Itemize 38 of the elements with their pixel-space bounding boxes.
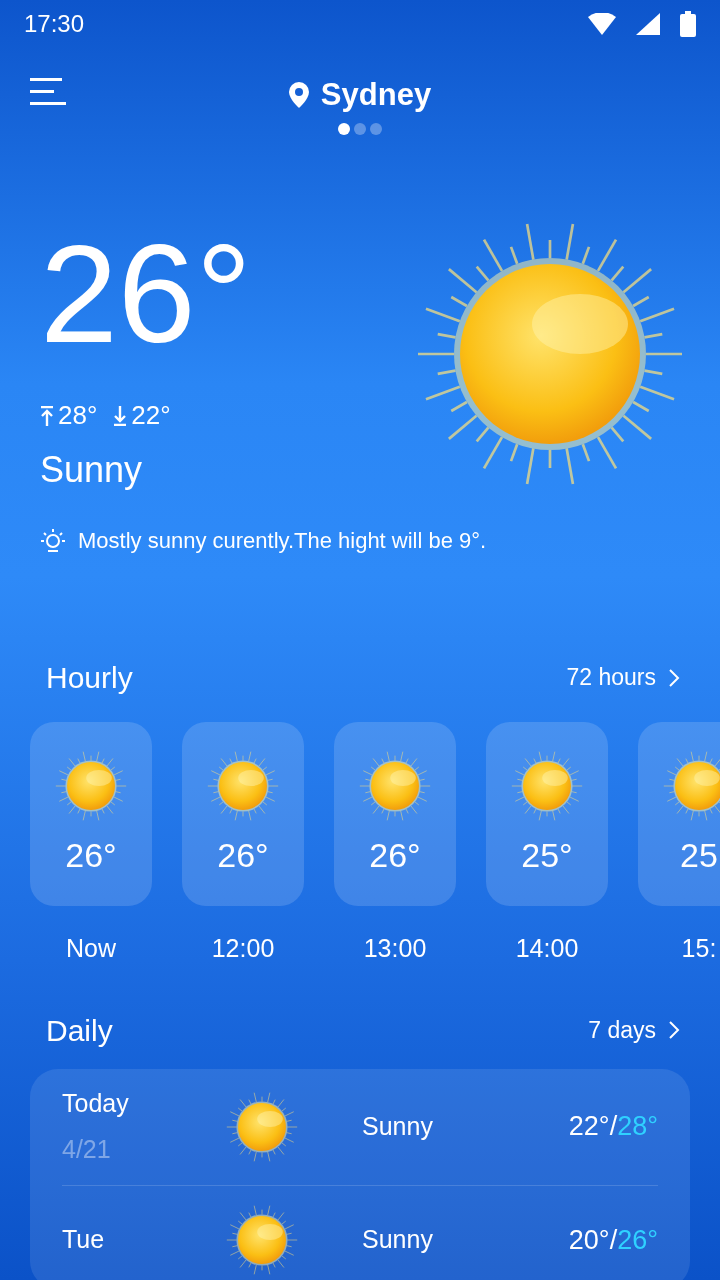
hourly-more-link[interactable]: 72 hours	[566, 660, 680, 695]
day-date: 4/21	[62, 1133, 112, 1165]
low-temperature: 22°	[131, 399, 171, 432]
wifi-icon	[588, 13, 616, 35]
chevron-right-icon	[668, 1020, 680, 1040]
hourly-time: 15:	[681, 933, 717, 964]
daily-condition: Sunny	[362, 1224, 434, 1256]
hourly-title: Hourly	[46, 660, 133, 696]
hourly-time: 14:00	[515, 933, 579, 964]
hourly-time: Now	[66, 933, 116, 964]
hourly-time: 13:00	[363, 933, 427, 964]
hourly-time: 12:00	[211, 933, 275, 964]
high-temperature: 28°	[58, 399, 98, 432]
hourly-temperature: 26°	[369, 835, 421, 876]
battery-icon	[680, 11, 696, 37]
daily-title: Daily	[46, 1012, 113, 1049]
chevron-right-icon	[668, 667, 680, 688]
daily-temperature-range: 20°/26°	[568, 1223, 658, 1257]
hourly-temperature: 25°	[521, 835, 573, 876]
current-temperature: 26°	[40, 224, 252, 364]
menu-button[interactable]	[30, 78, 66, 105]
day-name: Today	[62, 1088, 130, 1119]
day-name: Tue	[62, 1224, 106, 1256]
hourly-temperature: 26°	[65, 835, 117, 876]
hourly-temperature: 25	[680, 835, 718, 876]
condition-text: Sunny	[40, 448, 144, 492]
location-pin-icon	[288, 82, 309, 109]
signal-icon	[636, 13, 660, 35]
status-time: 17:30	[24, 9, 85, 39]
weather-summary: Mostly sunny curently.The hight will be 9°.	[78, 527, 487, 555]
daily-temperature-range: 22°/28°	[568, 1110, 658, 1144]
daily-condition: Sunny	[362, 1110, 434, 1142]
sunrise-icon	[40, 528, 66, 553]
location-name: Sydney	[320, 76, 432, 114]
daily-more-link[interactable]: 7 days	[588, 1012, 680, 1048]
arrow-down-icon	[113, 405, 128, 426]
arrow-up-icon	[40, 405, 54, 426]
hourly-temperature: 26°	[217, 835, 269, 876]
